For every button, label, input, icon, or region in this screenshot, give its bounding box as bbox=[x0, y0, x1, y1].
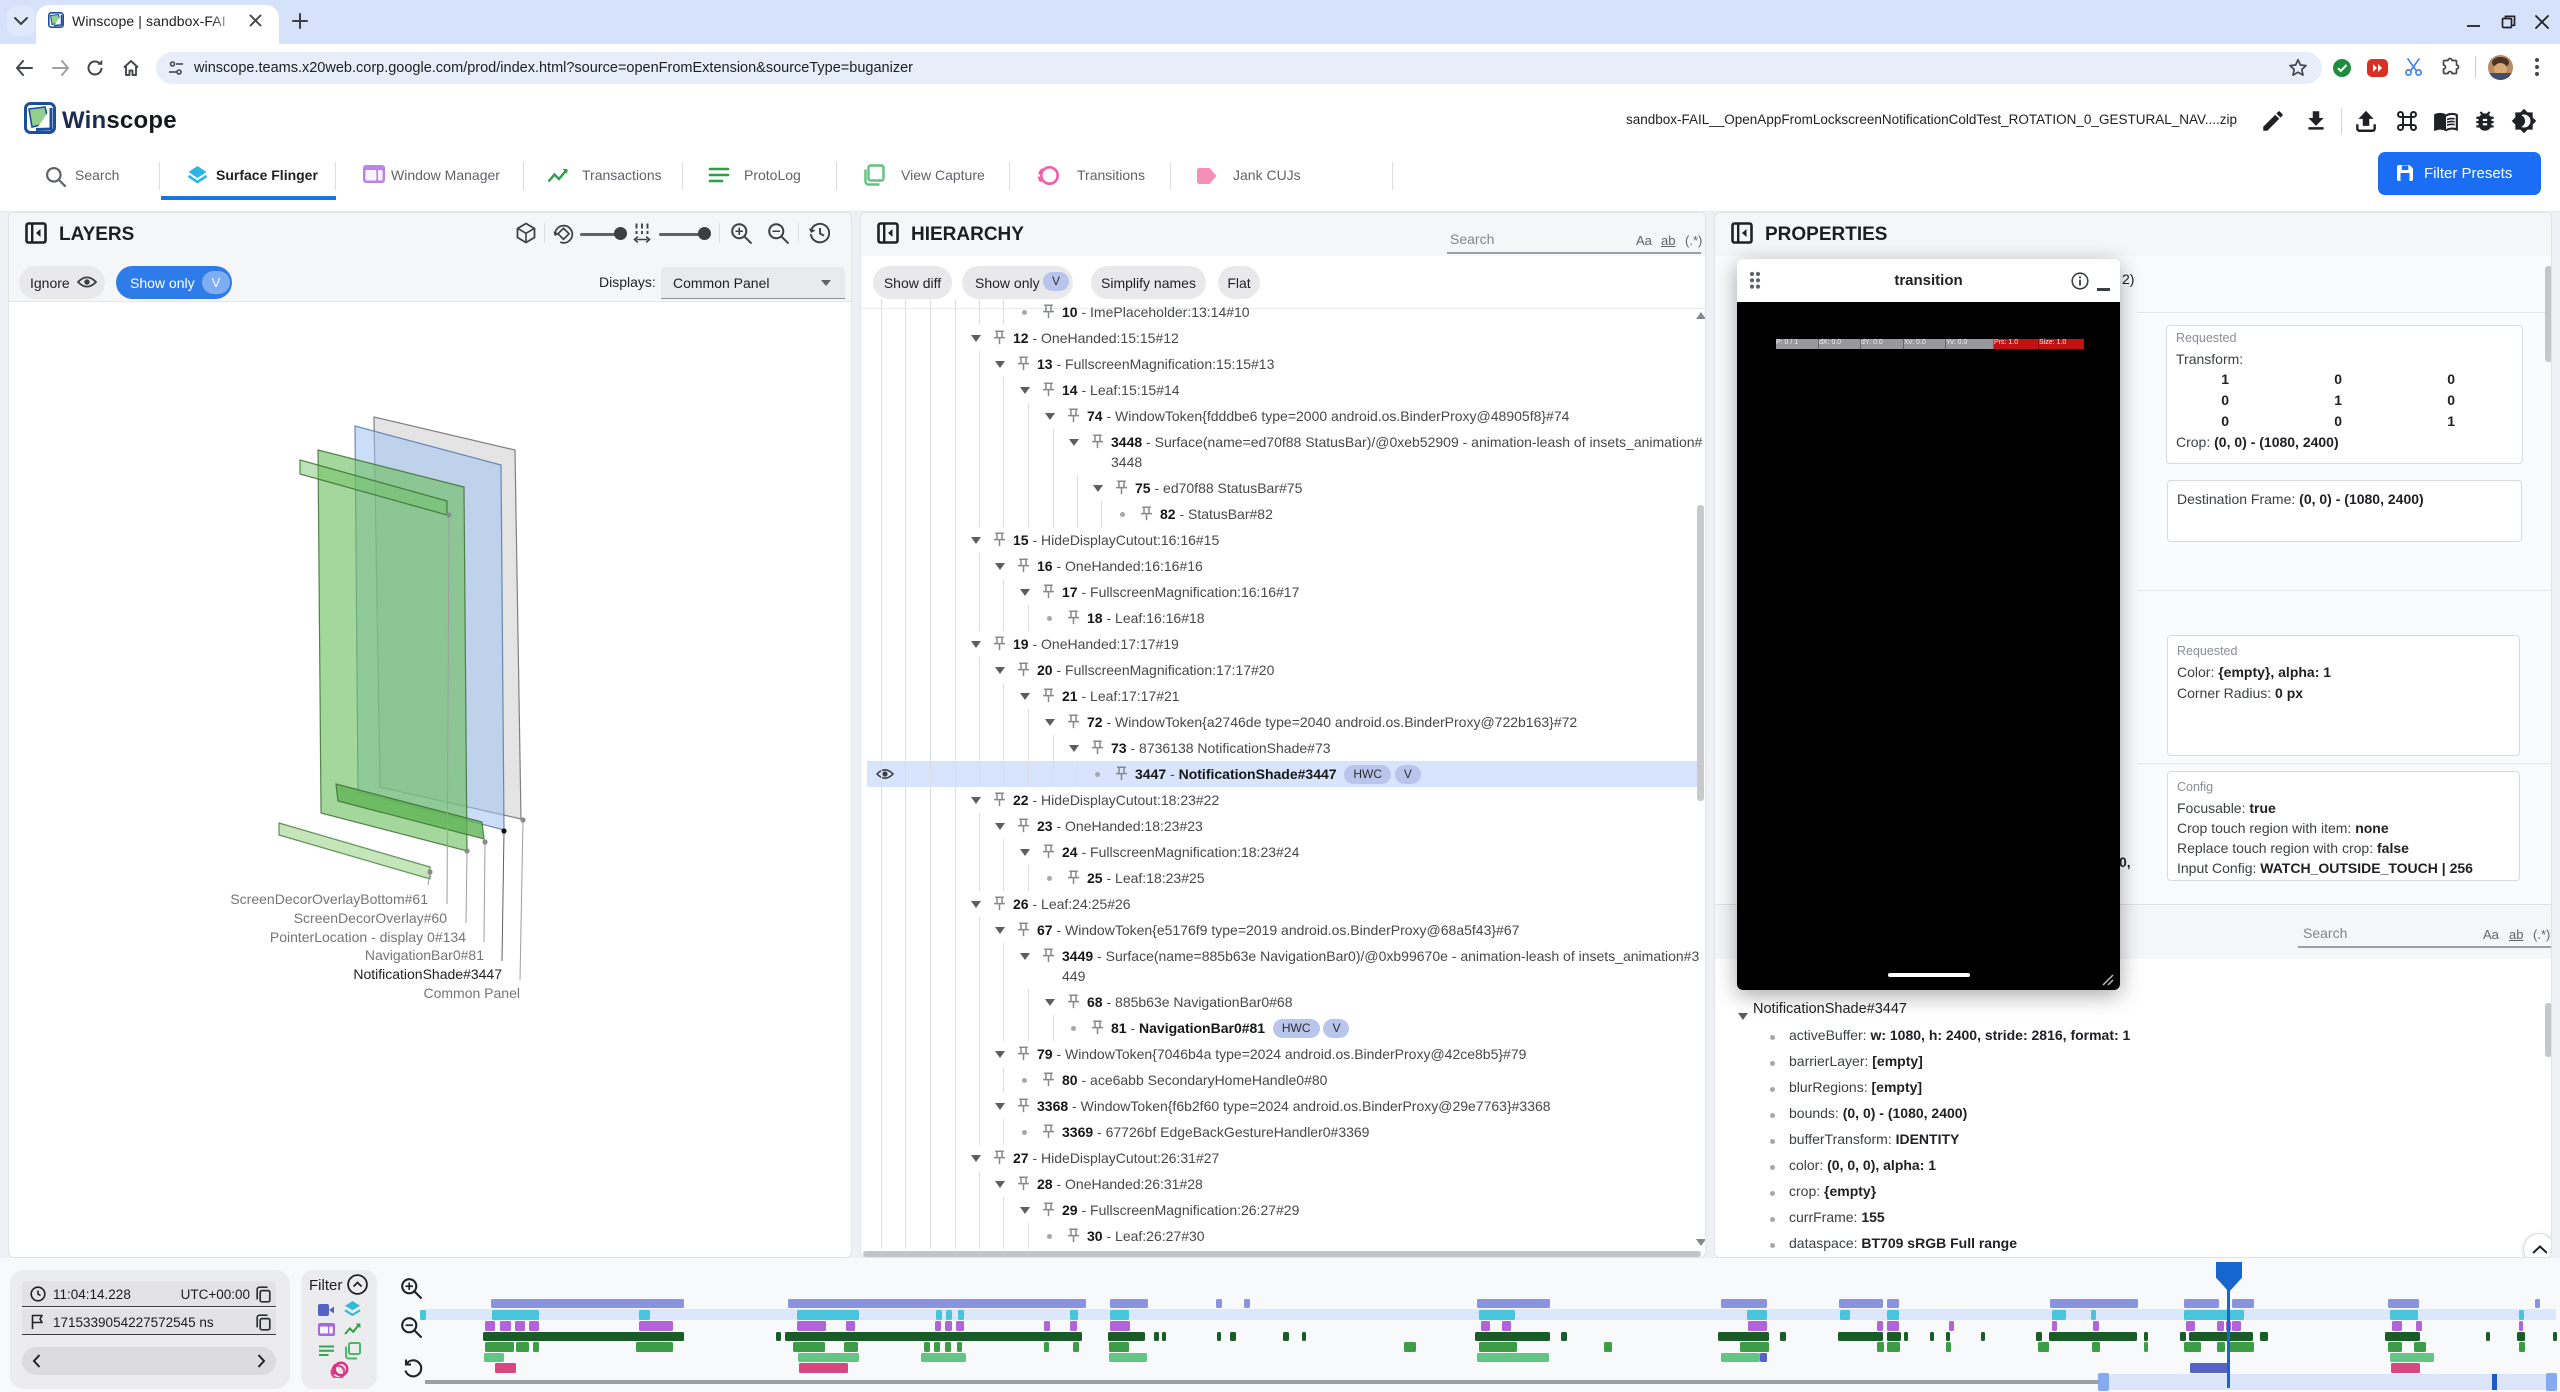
svg-text:ScreenDecorOverlay#60: ScreenDecorOverlay#60 bbox=[294, 910, 448, 926]
svg-text:ScreenDecorOverlayBottom#61: ScreenDecorOverlayBottom#61 bbox=[230, 891, 428, 907]
svg-text:NotificationShade#3447: NotificationShade#3447 bbox=[353, 966, 502, 982]
svg-text:PointerLocation - display 0#13: PointerLocation - display 0#134 bbox=[270, 929, 466, 945]
svg-text:NavigationBar0#81: NavigationBar0#81 bbox=[365, 947, 484, 963]
svg-text:Common Panel: Common Panel bbox=[424, 985, 521, 1001]
